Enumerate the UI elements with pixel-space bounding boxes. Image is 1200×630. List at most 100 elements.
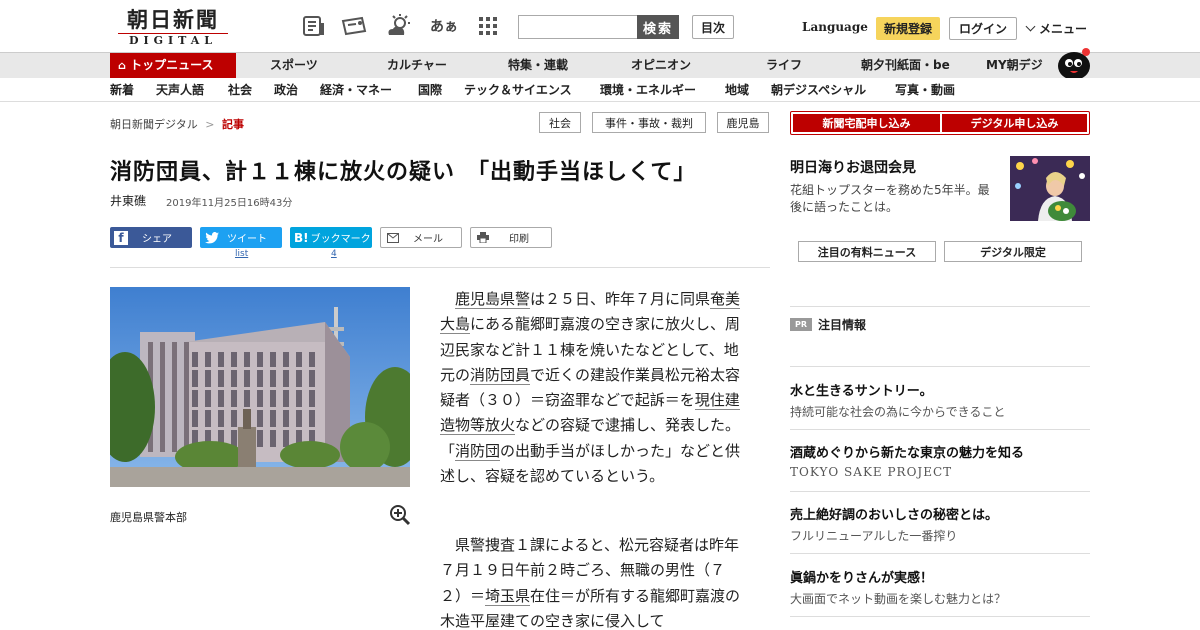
feature-title[interactable]: 明日海りお退団会見 <box>790 157 916 177</box>
print-button[interactable]: 印刷 <box>470 227 552 248</box>
mail-icon <box>387 232 399 243</box>
nav2-region[interactable]: 地域 <box>725 78 749 102</box>
nav2-tech[interactable]: テック＆サイエンス <box>464 78 572 102</box>
digital-only-button[interactable]: デジタル限定 <box>944 241 1082 262</box>
paid-news-button[interactable]: 注目の有料ニュース <box>798 241 936 262</box>
toc-button[interactable]: 目次 <box>692 15 734 39</box>
keyword-link[interactable]: 消防団 <box>455 441 501 461</box>
breadcrumb-current: 記事 <box>222 118 244 131</box>
keyword-link[interactable]: 鹿児島県警 <box>455 290 531 309</box>
grid-menu-icon[interactable] <box>474 13 502 39</box>
divider <box>790 366 1090 367</box>
facebook-share-label: シェア <box>142 234 172 245</box>
twitter-icon <box>205 231 219 244</box>
article-author[interactable]: 井東礁 <box>110 192 146 209</box>
login-button[interactable]: ログイン <box>949 17 1017 40</box>
zoom-in-icon[interactable] <box>389 504 411 526</box>
facebook-share-button[interactable]: f シェア <box>110 227 192 248</box>
nav-top-news-label: トップニュース <box>130 58 214 72</box>
divider <box>790 306 1090 307</box>
article-title: 消防団員、計１１棟に放火の疑い 「出動手当ほしくて」 <box>110 160 697 185</box>
nav-sports[interactable]: スポーツ <box>270 53 318 78</box>
menu-button[interactable]: メニュー <box>1025 20 1088 37</box>
subscribe-digital-button[interactable]: デジタル申し込み <box>942 114 1087 132</box>
divider <box>110 267 770 268</box>
mail-share-button[interactable]: メール <box>380 227 462 248</box>
subscribe-paper-button[interactable]: 新聞宅配申し込み <box>793 114 940 132</box>
nav2-tensei[interactable]: 天声人語 <box>156 78 204 102</box>
keyword-link[interactable]: 消防団員 <box>470 365 531 385</box>
ad-title[interactable]: 酒蔵めぐりから新たな東京の魅力を知る <box>790 442 1024 461</box>
ticket-icon[interactable] <box>340 13 368 39</box>
hatena-icon: B! <box>294 230 309 245</box>
twitter-share-label: ツイート <box>227 234 267 245</box>
twitter-share-button[interactable]: ツイート <box>200 227 282 248</box>
tag-incidents[interactable]: 事件・事故・裁判 <box>592 112 706 133</box>
pr-section-title: 注目情報 <box>818 318 867 332</box>
ad-subtitle[interactable]: TOKYO SAKE PROJECT <box>790 465 952 479</box>
nav-print-edition[interactable]: 朝夕刊紙面・be <box>861 53 950 78</box>
ad-subtitle[interactable]: 持続可能な社会の為に今からできること <box>790 403 1005 420</box>
search-input[interactable] <box>518 15 638 39</box>
ad-subtitle[interactable]: フルリニューアルした一番搾り <box>790 527 957 544</box>
nav2-international[interactable]: 国際 <box>418 78 442 102</box>
breadcrumb: 朝日新聞デジタル > 記事 <box>110 116 244 132</box>
nav2-society[interactable]: 社会 <box>228 78 252 102</box>
nav-opinion[interactable]: オピニオン <box>631 53 691 78</box>
tag-society[interactable]: 社会 <box>539 112 581 133</box>
nav-life[interactable]: ライフ <box>766 53 802 78</box>
divider <box>790 491 1090 492</box>
nav-my-asadigi[interactable]: MY朝デジ <box>986 53 1043 78</box>
font-size-icon[interactable]: あぁ <box>430 13 458 39</box>
twitter-count[interactable]: list <box>235 249 248 259</box>
subscribe-box: 新聞宅配申し込み デジタル申し込み <box>790 111 1090 135</box>
hatena-bookmark-button[interactable]: B! ブックマーク <box>290 227 372 248</box>
site-logo[interactable]: 朝日新聞 DIGITAL <box>118 7 228 47</box>
hatena-count[interactable]: 4 <box>331 249 337 259</box>
breadcrumb-home[interactable]: 朝日新聞デジタル <box>110 118 198 131</box>
facebook-icon: f <box>114 230 128 245</box>
divider <box>790 553 1090 554</box>
feature-image[interactable] <box>1010 156 1090 221</box>
ad-title[interactable]: 水と生きるサントリー。 <box>790 380 933 399</box>
article-date: 2019年11月25日16時43分 <box>166 198 293 209</box>
nav-culture[interactable]: カルチャー <box>387 53 447 78</box>
divider <box>790 429 1090 430</box>
nav-top-news[interactable]: ⌂ トップニュース <box>110 53 236 78</box>
home-icon: ⌂ <box>118 59 126 72</box>
search-button[interactable]: 検索 <box>637 15 679 39</box>
keyword-link[interactable]: 埼玉県 <box>485 586 531 606</box>
ad-title[interactable]: 売上絶好調のおいしさの秘密とは。 <box>790 504 998 523</box>
newspaper-icon[interactable] <box>300 13 328 39</box>
printer-icon <box>477 232 489 243</box>
nav2-latest[interactable]: 新着 <box>110 78 134 102</box>
ad-title[interactable]: 眞鍋かをりさんが実感！ <box>790 567 933 586</box>
print-label: 印刷 <box>509 234 529 245</box>
logo-main-text: 朝日新聞 <box>127 7 219 32</box>
weather-icon[interactable] <box>385 13 413 39</box>
ad-subtitle[interactable]: 大画面でネット動画を楽しむ魅力とは？ <box>790 590 1006 607</box>
nav2-politics[interactable]: 政治 <box>274 78 298 102</box>
site-header: 朝日新聞 DIGITAL あぁ 検索 目次 Language 新規登録 ログイン… <box>0 0 1200 52</box>
nav-features[interactable]: 特集・連載 <box>508 53 568 78</box>
divider <box>790 616 1090 617</box>
breadcrumb-separator: > <box>205 118 215 131</box>
nav2-environment[interactable]: 環境・エネルギー <box>600 78 696 102</box>
language-link[interactable]: Language <box>802 20 868 34</box>
photo-caption: 鹿児島県警本部 <box>110 511 187 524</box>
article-photo[interactable] <box>110 287 410 487</box>
secondary-nav: 新着 天声人語 社会 政治 経済・マネー 国際 テック＆サイエンス 環境・エネル… <box>0 78 1200 102</box>
nav2-economy[interactable]: 経済・マネー <box>320 78 392 102</box>
hatena-bookmark-label: ブックマーク <box>310 234 371 245</box>
mascot-icon[interactable] <box>1056 44 1092 80</box>
article-paragraph-1: 鹿児島県警は２５日、昨年７月に同県奄美大島にある龍郷町嘉渡の空き家に放火し、周辺… <box>440 290 741 486</box>
register-button[interactable]: 新規登録 <box>876 17 940 40</box>
nav2-photo-video[interactable]: 写真・動画 <box>895 78 955 102</box>
article-paragraph-2: 県警捜査１課によると、松元容疑者は昨年７月１９日午前２時ごろ、無職の男性（７２）… <box>440 536 741 630</box>
logo-sub-text: DIGITAL <box>118 33 228 47</box>
nav2-special[interactable]: 朝デジスペシャル <box>771 78 866 102</box>
menu-label: メニュー <box>1039 22 1088 36</box>
feature-description[interactable]: 花組トップスターを務めた5年半。最後に語ったことは。 <box>790 182 995 216</box>
chevron-down-icon <box>1025 21 1036 32</box>
tag-kagoshima[interactable]: 鹿児島 <box>717 112 769 133</box>
